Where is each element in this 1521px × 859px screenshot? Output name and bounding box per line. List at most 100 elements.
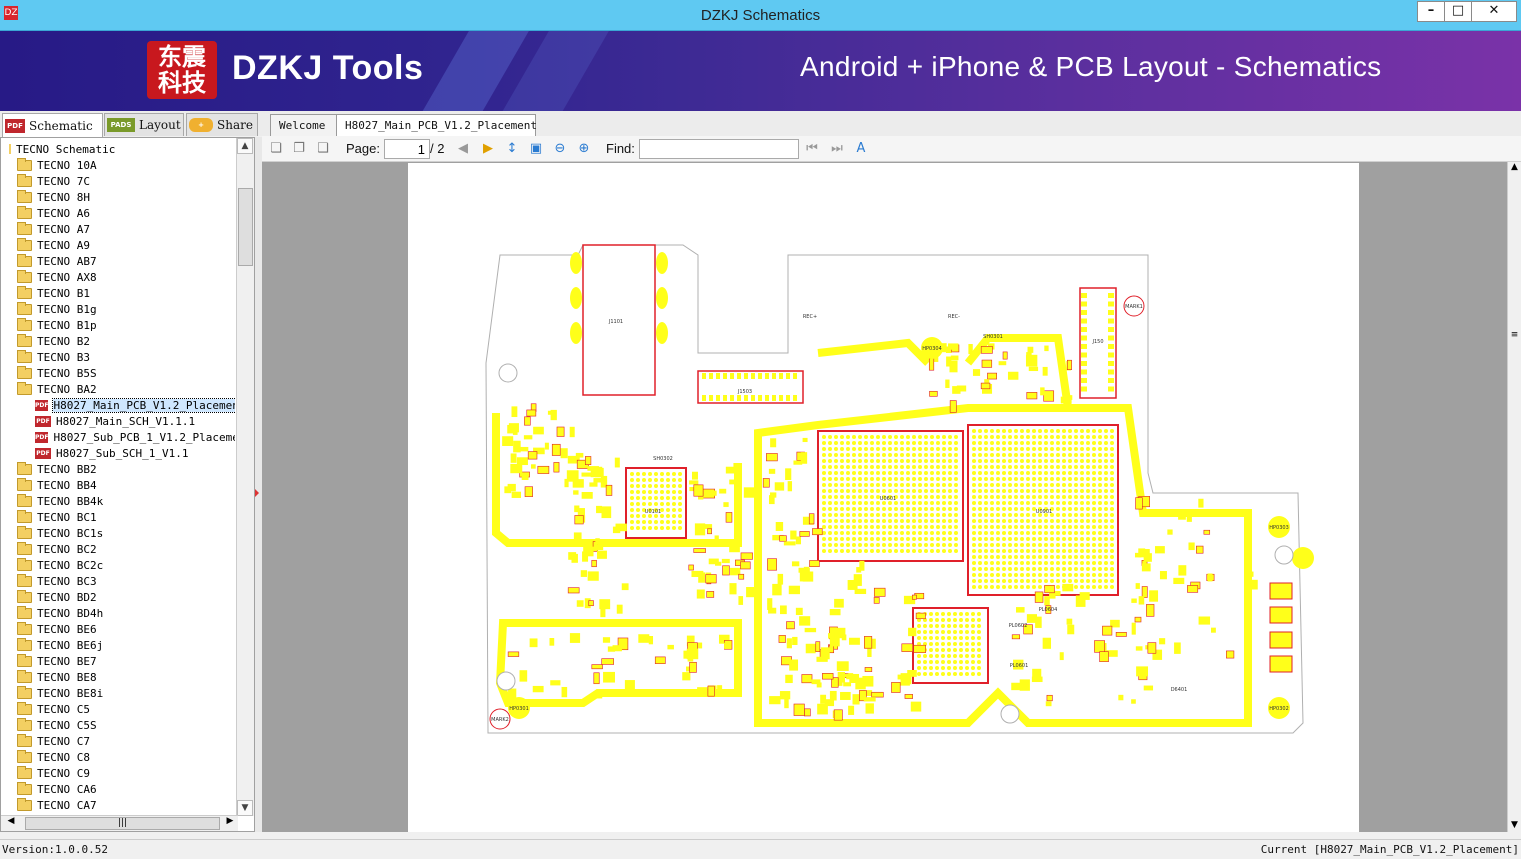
scroll-right-icon[interactable]: ▶ [223,816,237,826]
smd-component [948,343,959,350]
tree-folder-item[interactable]: TECNO B2 [3,333,235,349]
close-button[interactable]: ✕ [1471,1,1517,22]
page-number-input[interactable]: 1 [384,139,430,159]
scroll-down-icon[interactable]: ▼ [1508,820,1521,830]
pcb-layout-drawing[interactable]: J1101 J1503 J150 U0601 U0901 U0101 SH0302 SH030… [408,163,1359,832]
smd-component [696,589,705,599]
tree-folder-item[interactable]: TECNO BE7 [3,653,235,669]
scroll-thumb[interactable]: ||| [25,817,220,830]
tree-folder-item[interactable]: TECNO BB2 [3,461,235,477]
tree-folder-item[interactable]: TECNO B5S [3,365,235,381]
maximize-icon: □ [1451,3,1465,18]
tree-folder-item[interactable]: TECNO BD4h [3,605,235,621]
prev-page-icon[interactable]: ◀ [454,140,472,158]
find-options-icon[interactable]: A [852,140,870,158]
smd-component [809,560,820,567]
scroll-left-icon[interactable]: ◀ [3,816,19,826]
component-label: U0901 [1036,509,1052,515]
connector-pin [779,373,783,379]
tab-share[interactable]: + Share [186,113,258,136]
smd-component [729,583,737,595]
tree-folder-item[interactable]: TECNO BC1 [3,509,235,525]
find-prev-icon[interactable]: ⏮ [803,140,821,158]
tree-file-item[interactable]: PDF H8027_Main_PCB_V1.2_Placement [3,397,235,413]
tab-main-pcb-placement[interactable]: H8027_Main_PCB_V1.2_Placement✕ [336,114,537,153]
tree-file-item[interactable]: PDF H8027_Sub_SCH_1_V1.1 [3,445,235,461]
smd-component [828,645,835,654]
zoom-out-icon[interactable]: ⊖ [551,140,569,158]
tree-folder-item[interactable]: TECNO A9 [3,237,235,253]
tree-folder-item[interactable]: TECNO BD2 [3,589,235,605]
tree-folder-item[interactable]: TECNO B1g [3,301,235,317]
find-next-icon[interactable]: ⏭ [828,140,846,158]
tree-folder-item[interactable]: TECNO C5 [3,701,235,717]
find-input[interactable] [639,139,799,159]
tab-schematic[interactable]: PDF Schematic [2,113,103,137]
tree-folder-item[interactable]: TECNO C7 [3,733,235,749]
smd-component [553,462,560,473]
zoom-in-icon[interactable]: ⊕ [575,140,593,158]
folder-icon [17,221,32,235]
tree-folder-item[interactable]: TECNO C5S [3,717,235,733]
fit-width-icon[interactable]: ↕ [503,140,521,158]
tree-vertical-scrollbar[interactable]: ▲ ▼ [236,138,254,816]
tree-folder-item[interactable]: TECNO B1 [3,285,235,301]
scroll-thumb[interactable]: ≡ [1508,330,1521,340]
tree-folder-item[interactable]: TECNO B1p [3,317,235,333]
tree-root[interactable]: TECNO Schematic [3,141,235,157]
smd-component [574,505,580,513]
tree-folder-item[interactable]: TECNO C9 [3,765,235,781]
tree-folder-item[interactable]: TECNO BB4k [3,493,235,509]
scroll-thumb[interactable] [238,188,253,266]
tree-folder-item[interactable]: TECNO BC2 [3,541,235,557]
smd-component [1066,618,1073,625]
tree-folder-item[interactable]: TECNO BE8 [3,669,235,685]
tree-item-label: TECNO B1g [37,302,97,316]
copy-icon[interactable]: ❏ [267,140,285,158]
copy-page-icon[interactable]: ❐ [290,140,308,158]
canvas-vertical-scrollbar[interactable]: ▲ ≡ ▼ [1507,162,1521,832]
scroll-up-icon[interactable]: ▲ [237,138,253,154]
version-text: Version:1.0.0.52 [2,843,108,856]
fit-page-icon[interactable]: ▣ [527,140,545,158]
panel-splitter[interactable] [255,137,262,832]
document-canvas[interactable]: J1101 J1503 J150 U0601 U0901 U0101 SH0302 SH030… [262,162,1507,832]
tree-folder-item[interactable]: TECNO AX8 [3,269,235,285]
tree-folder-item[interactable]: TECNO B3 [3,349,235,365]
scroll-up-icon[interactable]: ▲ [1508,162,1521,172]
tree-folder-item[interactable]: TECNO BE6 [3,621,235,637]
tree-folder-item[interactable]: TECNO BA2 [3,381,235,397]
copy-all-icon[interactable]: ❑ [314,140,332,158]
tree-folder-item[interactable]: TECNO AB7 [3,253,235,269]
next-page-icon[interactable]: ▶ [479,140,497,158]
collapse-arrow-icon[interactable] [255,489,259,497]
maximize-button[interactable]: □ [1444,1,1472,22]
tree-folder-item[interactable]: TECNO BE8i [3,685,235,701]
tab-welcome[interactable]: Welcome [270,114,338,136]
tree-folder-item[interactable]: TECNO C8 [3,749,235,765]
tab-layout[interactable]: PADS Layout [104,113,184,136]
current-file-text: Current [H8027_Main_PCB_V1.2_Placement] [1260,843,1519,856]
smd-component [551,443,561,456]
tree-folder-item[interactable]: TECNO BC1s [3,525,235,541]
tree-folder-item[interactable]: TECNO BC3 [3,573,235,589]
smd-component [900,679,910,686]
smd-component [574,515,584,525]
tree-folder-item[interactable]: TECNO 8H [3,189,235,205]
tree-folder-item[interactable]: TECNO 10A [3,157,235,173]
tree-folder-item[interactable]: TECNO CA6 [3,781,235,797]
tree-file-item[interactable]: PDF H8027_Sub_PCB_1_V1.2_Placement [3,429,235,445]
tree-folder-item[interactable]: TECNO A7 [3,221,235,237]
pcb-page[interactable]: J1101 J1503 J150 U0601 U0901 U0101 SH0302 SH030… [408,163,1359,832]
tree-folder-item[interactable]: TECNO A6 [3,205,235,221]
tree-folder-item[interactable]: TECNO 7C [3,173,235,189]
tree-folder-item[interactable]: TECNO BE6j [3,637,235,653]
tree-folder-item[interactable]: TECNO BC2c [3,557,235,573]
minimize-button[interactable]: – [1417,1,1445,22]
scroll-down-icon[interactable]: ▼ [237,800,253,816]
tree-folder-item[interactable]: TECNO CA7 [3,797,235,813]
tree-horizontal-scrollbar[interactable]: ◀ ||| ▶ [1,815,238,831]
tree-file-item[interactable]: PDF H8027_Main_SCH_V1.1.1 [3,413,235,429]
tree-item-label: TECNO BC3 [37,574,97,588]
tree-folder-item[interactable]: TECNO BB4 [3,477,235,493]
